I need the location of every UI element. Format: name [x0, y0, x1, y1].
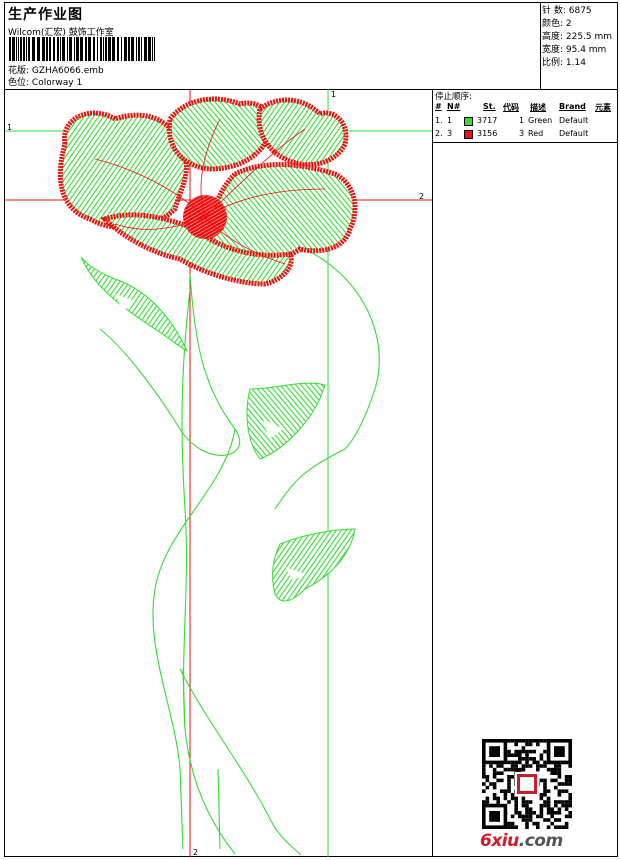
row-needle: 3 — [447, 129, 453, 138]
stats-divider — [540, 3, 541, 89]
col-index: # — [435, 102, 442, 111]
col-stitches: St. — [483, 102, 496, 111]
watermark-brand: 6xiu — [480, 831, 519, 851]
color-swatch — [464, 130, 473, 139]
table-row: 1. 1 3717 1 Green Default — [433, 116, 618, 128]
row-code: 1 — [519, 116, 525, 125]
watermark-logo: 6xiu.com — [480, 831, 563, 851]
guide-marker-1-top: 1 — [331, 90, 336, 99]
col-code: 代码 — [503, 103, 519, 112]
colorway-line: 色位: Colorway 1 — [8, 75, 82, 88]
row-brand: Default — [559, 116, 589, 125]
row-code: 3 — [519, 129, 525, 138]
watermark-tld: .com — [518, 831, 563, 851]
petal-top — [166, 96, 274, 172]
col-element: 元素 — [595, 103, 611, 112]
leaf-lower-right — [272, 528, 356, 602]
color-count: 颜色: 2 — [542, 19, 572, 29]
worksheet: 生产作业图 Wilcom(汇宏) 鼓饰工作室 花版: GZHA6066.emb … — [4, 2, 618, 857]
row-stitches: 3717 — [477, 116, 498, 125]
row-brand: Default — [559, 129, 589, 138]
table-bottom-rule — [433, 142, 618, 143]
design-height: 高度: 225.5 mm — [542, 32, 613, 42]
colorway-label: 色位: — [8, 78, 30, 88]
color-swatch — [464, 117, 473, 126]
stop-sequence-caption: 停止顺序: — [435, 92, 472, 102]
design-width: 宽度: 95.4 mm — [542, 45, 607, 55]
flower-head — [57, 96, 358, 287]
row-description: Green — [528, 116, 553, 125]
col-description: 描述 — [530, 103, 546, 112]
embroidery-preview: 1 1 2 2 — [5, 89, 432, 857]
row-index: 2. — [435, 129, 443, 138]
barcode — [9, 37, 155, 61]
row-description: Red — [528, 129, 544, 138]
colorway-value: Colorway 1 — [31, 78, 83, 88]
row-stitches: 3156 — [477, 129, 498, 138]
panel-divider — [432, 89, 433, 856]
guide-marker-2-bottom: 2 — [193, 848, 198, 857]
design-stats: 针 数: 6875 颜色: 2 高度: 225.5 mm 宽度: 95.4 mm… — [542, 5, 618, 70]
col-needle: N# — [447, 102, 461, 111]
leaf-middle-right — [246, 382, 326, 460]
row-index: 1. — [435, 116, 443, 125]
guide-marker-2-right: 2 — [419, 192, 424, 201]
row-needle: 1 — [447, 116, 453, 125]
table-row: 2. 3 3156 3 Red Default — [433, 129, 618, 141]
guide-marker-1-left: 1 — [7, 123, 12, 132]
stitch-count: 针 数: 6875 — [542, 6, 592, 16]
design-scale: 比例: 1.14 — [542, 58, 586, 68]
page-title: 生产作业图 — [8, 7, 83, 23]
leaf-upper-left — [80, 256, 189, 353]
col-brand: Brand — [559, 102, 586, 111]
qr-code — [482, 739, 572, 829]
